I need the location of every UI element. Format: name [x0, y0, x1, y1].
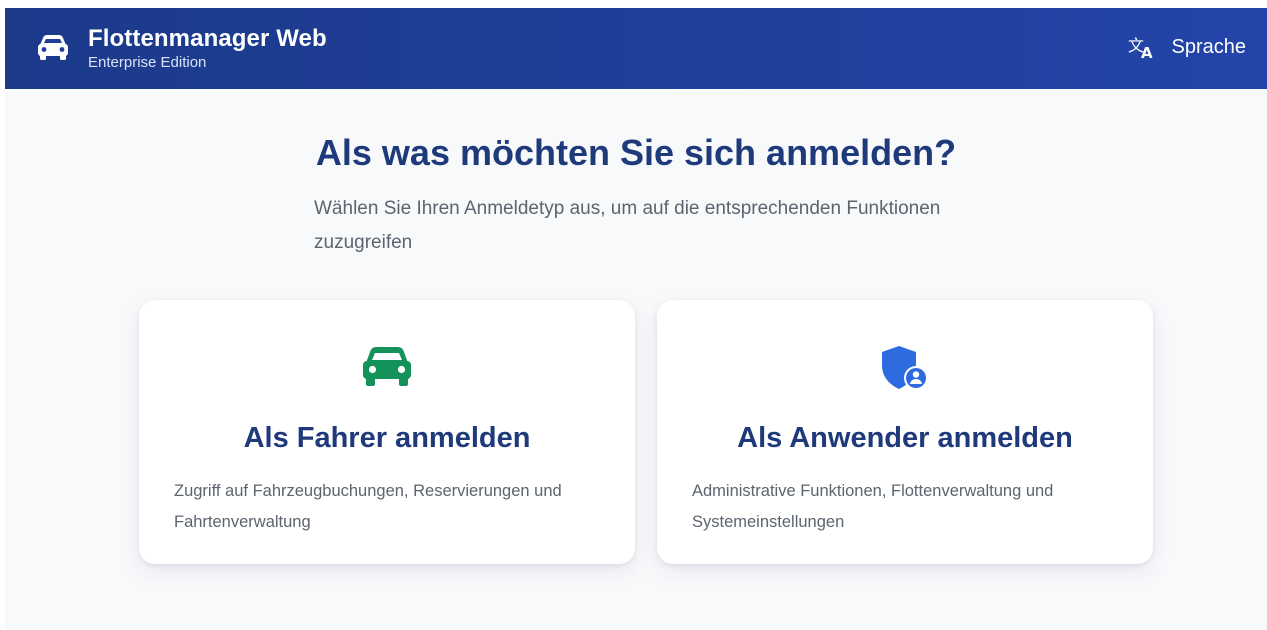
- page-heading: Als was möchten Sie sich anmelden?: [315, 132, 957, 173]
- driver-login-title: Als Fahrer anmelden: [243, 422, 531, 454]
- user-login-title: Als Anwender anmelden: [737, 422, 1073, 454]
- driver-login-card[interactable]: Als Fahrer anmelden Zugriff auf Fahrzeug…: [139, 300, 635, 564]
- user-login-description: Administrative Funktionen, Flottenverwal…: [692, 482, 1054, 531]
- page-description: Wählen Sie Ihren Anmeldetyp aus, um auf …: [314, 198, 941, 253]
- language-button[interactable]: 文 A Sprache: [1128, 32, 1247, 63]
- top-app-bar: Flottenmanager Web Enterprise Edition 文 …: [5, 8, 1267, 89]
- driver-login-description: Zugriff auf Fahrzeugbuchungen, Reservier…: [174, 482, 562, 531]
- car-icon: [139, 344, 635, 390]
- user-login-card[interactable]: Als Anwender anmelden Administrative Fun…: [657, 300, 1153, 564]
- translate-icon: 文 A: [1128, 34, 1158, 62]
- app-edition: Enterprise Edition: [88, 54, 207, 71]
- svg-text:A: A: [1141, 44, 1153, 60]
- app-title: Flottenmanager Web: [88, 25, 327, 52]
- shield-user-icon: [657, 344, 1153, 392]
- app-frame: Flottenmanager Web Enterprise Edition 文 …: [5, 8, 1267, 630]
- language-label: Sprache: [1171, 35, 1247, 58]
- car-icon: [36, 33, 70, 61]
